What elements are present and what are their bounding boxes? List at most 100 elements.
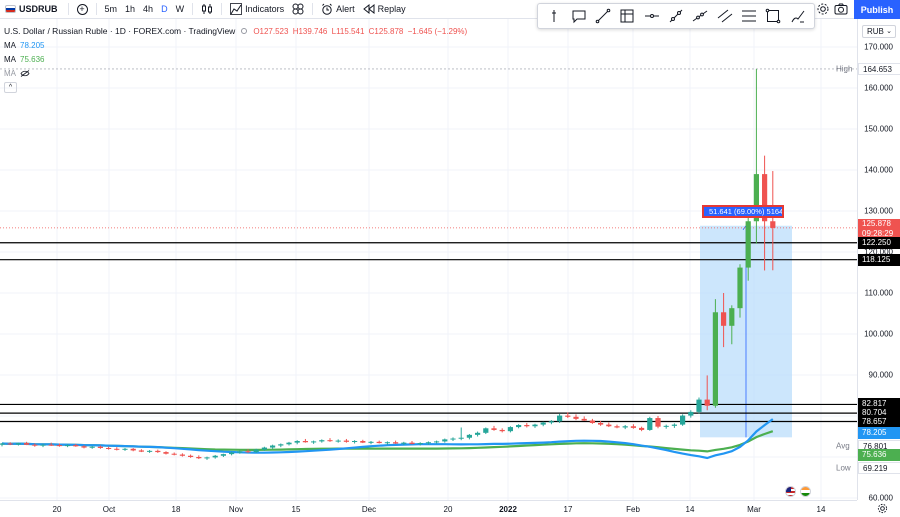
candle-body [352, 441, 358, 443]
gear-icon[interactable] [877, 503, 888, 514]
divider [192, 3, 194, 15]
candle-body [663, 425, 669, 427]
time-tick: Nov [228, 505, 244, 514]
candle-body [229, 452, 235, 455]
legend-ma-3[interactable]: MA [4, 69, 469, 78]
legend-title-row[interactable]: U.S. Dollar / Russian Ruble · 1D · FOREX… [4, 26, 469, 36]
chart-type-button[interactable] [197, 0, 217, 19]
candle-body [589, 420, 595, 423]
hidden-eye-icon[interactable] [20, 70, 30, 77]
extended-line-icon[interactable] [692, 8, 708, 24]
candle-body [540, 422, 546, 425]
legend-ma-1[interactable]: MA 78.205 [4, 41, 469, 50]
flag-icon[interactable] [800, 486, 811, 497]
templates-button[interactable] [288, 0, 308, 19]
candle-body [327, 440, 333, 442]
candle-body [696, 399, 702, 412]
candle-body [704, 399, 710, 406]
settings-icon[interactable] [816, 2, 830, 16]
interval-w[interactable]: W [172, 0, 189, 19]
drawing-toolbar [537, 3, 815, 29]
indicators-label: Indicators [245, 4, 285, 14]
candle-body [647, 418, 653, 430]
candle-body [622, 426, 628, 428]
candle-body [417, 443, 423, 445]
price-axis[interactable]: 170.000 160.000 150.000 140.000 130.000 120.0… [857, 19, 900, 503]
rectangle-icon[interactable] [765, 8, 781, 24]
time-tick: 18 [171, 505, 181, 514]
interval-5m[interactable]: 5m [101, 0, 122, 19]
candle-body [376, 441, 382, 444]
price-tag-ma2: 75.636 [858, 449, 900, 462]
parallel-channel-icon[interactable] [717, 8, 733, 24]
time-tick: 20 [443, 505, 453, 514]
candle-body [434, 441, 440, 443]
ray-icon[interactable] [668, 8, 684, 24]
price-tag-line2: 118.125 [858, 253, 900, 266]
candle-body [343, 440, 349, 442]
candle-body [196, 457, 202, 459]
candle-body [491, 428, 497, 430]
candle-body [73, 445, 79, 447]
candle-body [253, 449, 259, 453]
drag-handle-icon[interactable] [546, 8, 562, 24]
flag-icon [5, 5, 16, 13]
currency-selector[interactable]: RUB ⌄ [862, 25, 896, 38]
trend-line-icon[interactable] [595, 8, 611, 24]
candle-body [499, 429, 505, 432]
candle-body [688, 411, 694, 416]
replay-button[interactable]: Replay [359, 0, 410, 19]
legend-low: L115.541 [331, 26, 365, 36]
us-flag-icon[interactable] [785, 486, 796, 497]
candle-body [302, 441, 308, 443]
candle-body [606, 424, 612, 427]
legend-ma-2-value: 75.636 [20, 55, 45, 64]
compare-button[interactable]: + [73, 0, 92, 19]
measure-label[interactable]: 51.641 (69.00%) 5164 [702, 205, 784, 218]
camera-icon[interactable] [834, 2, 848, 16]
divider [312, 3, 314, 15]
candle-body [147, 450, 153, 452]
candlesticks [0, 68, 776, 460]
candle-body [286, 442, 292, 445]
symbol-search[interactable]: USDRUB [0, 4, 64, 14]
side-label-low_label: Low [836, 463, 851, 473]
candle-body [581, 418, 587, 421]
time-tick: 2022 [499, 505, 517, 514]
indicators-button[interactable]: Indicators [226, 0, 288, 19]
fib-retracement-icon[interactable] [741, 8, 757, 24]
callout-icon[interactable] [571, 8, 587, 24]
grid-frame-icon[interactable] [619, 8, 635, 24]
horizontal-ray-icon[interactable] [644, 8, 660, 24]
candle-body [188, 455, 194, 457]
candle-body [737, 267, 743, 309]
price-tick: 90.000 [868, 370, 893, 380]
legend-high: H139.746 [292, 26, 328, 36]
candle-body [40, 444, 46, 446]
candle-body [122, 448, 128, 450]
legend-collapse-button[interactable]: ^ [4, 82, 17, 93]
divider [67, 3, 69, 15]
candle-body [409, 442, 415, 444]
legend-symbol-title: U.S. Dollar / Russian Ruble · 1D · FOREX… [4, 26, 236, 36]
legend-ohlc: O127.523 H139.746 L115.541 C125.878 −1.6… [253, 27, 469, 36]
replay-label: Replay [377, 4, 406, 14]
candle-body [179, 454, 185, 456]
interval-4h[interactable]: 4h [139, 0, 157, 19]
legend-ma-2[interactable]: MA 75.636 [4, 55, 469, 64]
publish-button[interactable]: Publish [854, 0, 900, 19]
candle-body [270, 445, 276, 448]
brush-icon[interactable] [790, 8, 806, 24]
interval-d[interactable]: D [157, 0, 172, 19]
interval-1h[interactable]: 1h [121, 0, 139, 19]
candle-body [130, 448, 136, 451]
indicators-icon [230, 3, 242, 15]
time-tick: Feb [626, 505, 640, 514]
time-tick: Mar [747, 505, 761, 514]
price-tick: 100.000 [864, 329, 893, 339]
candle-body [384, 442, 390, 444]
alert-button[interactable]: Alert [317, 0, 359, 19]
time-axis[interactable]: 20 Oct 18 Nov 15 Dec 20 2022 17 Feb 14 Mar 14 [0, 500, 857, 517]
time-tick: Dec [361, 505, 377, 514]
candle-body [532, 424, 538, 427]
